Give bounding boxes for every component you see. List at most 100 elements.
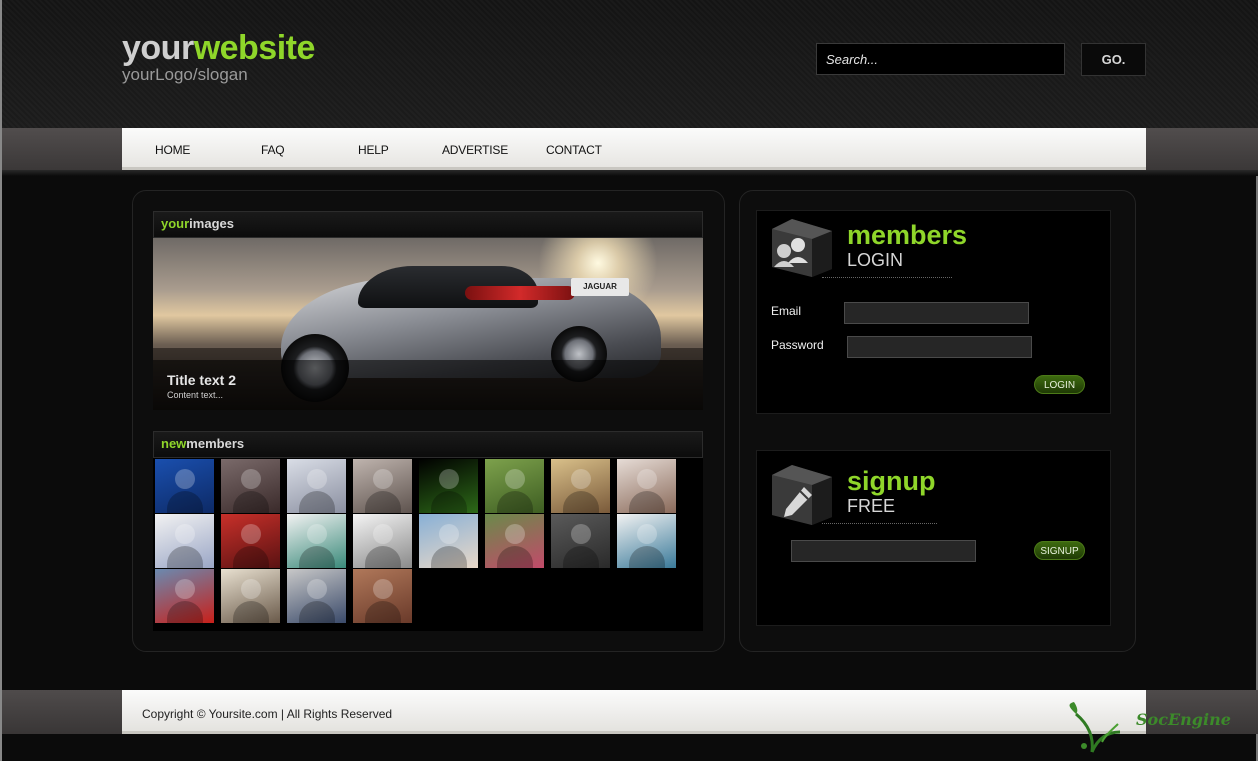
member-thumbnail[interactable] (353, 459, 413, 513)
member-thumbnail[interactable] (353, 569, 413, 623)
signup-email-field[interactable] (791, 540, 976, 562)
member-avatar (439, 524, 459, 544)
member-avatar (307, 469, 327, 489)
password-label: Password (771, 338, 824, 352)
member-avatar-body (233, 546, 269, 568)
member-thumbnail[interactable] (551, 459, 611, 513)
member-avatar-body (563, 546, 599, 568)
member-thumbnail[interactable] (617, 514, 677, 568)
search-input[interactable] (816, 43, 1065, 75)
slide-text: Content text... (167, 390, 224, 400)
signup-button[interactable]: SIGNUP (1034, 541, 1085, 560)
member-thumbnail[interactable] (221, 569, 281, 623)
signup-heading: signup (847, 466, 936, 496)
nav-item-faq[interactable]: FAQ (261, 143, 285, 157)
member-avatar (175, 469, 195, 489)
logo-slogan: yourLogo/slogan (122, 65, 248, 84)
members-box-title: newmembers (153, 431, 703, 458)
login-divider (822, 277, 952, 278)
members-cube-icon (772, 219, 832, 277)
logo-text-website: website (193, 29, 316, 67)
copyright-text: Copyright © Yoursite.com | All Rights Re… (142, 707, 393, 721)
site-logo[interactable]: yourwebsite yourLogo/slogan (122, 30, 315, 84)
member-avatar (373, 579, 393, 599)
member-thumbnail[interactable] (221, 459, 281, 513)
member-avatar (637, 469, 657, 489)
site-footer: Copyright © Yoursite.com | All Rights Re… (122, 690, 1146, 734)
login-subheading: LOGIN (847, 250, 904, 270)
site-header: yourwebsite yourLogo/slogan GO. (2, 0, 1258, 128)
nav-item-help[interactable]: HELP (358, 143, 389, 157)
socengine-logo-icon: SocEngine (1062, 698, 1237, 754)
member-avatar (505, 469, 525, 489)
signup-subheading: FREE (847, 496, 896, 516)
member-avatar (241, 469, 261, 489)
new-members-grid (153, 458, 703, 631)
image-slideshow[interactable]: JAGUAR Title text 2 Content text... (153, 238, 703, 410)
member-thumbnail[interactable] (155, 459, 215, 513)
password-field[interactable] (847, 336, 1032, 358)
member-thumbnail[interactable] (485, 514, 545, 568)
member-thumbnail[interactable] (617, 459, 677, 513)
member-avatar (307, 579, 327, 599)
signup-divider (822, 523, 937, 524)
member-avatar-body (167, 491, 203, 513)
signup-pencil-cube-icon (772, 465, 832, 525)
member-avatar-body (431, 546, 467, 568)
member-avatar (637, 524, 657, 544)
member-thumbnail[interactable] (221, 514, 281, 568)
member-avatar-body (563, 491, 599, 513)
member-avatar-body (167, 546, 203, 568)
member-avatar-body (167, 601, 203, 623)
member-avatar-body (497, 491, 533, 513)
logo-text-your: your (122, 29, 194, 67)
member-avatar-body (365, 546, 401, 568)
member-avatar (505, 524, 525, 544)
member-thumbnail[interactable] (353, 514, 413, 568)
images-title-your: your (161, 216, 190, 231)
member-thumbnail[interactable] (287, 459, 347, 513)
email-field[interactable] (844, 302, 1029, 324)
slide-caption: Title text 2 Content text... (153, 360, 703, 410)
nav-item-contact[interactable]: CONTACT (546, 143, 602, 157)
nav-item-home[interactable]: HOME (155, 143, 190, 157)
member-thumbnail[interactable] (155, 569, 215, 623)
member-avatar (571, 524, 591, 544)
images-title-images: images (189, 216, 234, 231)
member-avatar-body (365, 491, 401, 513)
member-avatar-body (629, 546, 665, 568)
member-avatar-body (365, 601, 401, 623)
socengine-leaf-icon (1069, 702, 1121, 753)
member-avatar-body (233, 491, 269, 513)
member-avatar (241, 524, 261, 544)
member-thumbnail[interactable] (551, 514, 611, 568)
nav-shadow (2, 170, 1258, 176)
login-button[interactable]: LOGIN (1034, 375, 1085, 394)
member-avatar (571, 469, 591, 489)
member-avatar-body (629, 491, 665, 513)
member-thumbnail[interactable] (485, 459, 545, 513)
member-avatar-body (497, 546, 533, 568)
member-avatar (307, 524, 327, 544)
member-thumbnail[interactable] (287, 569, 347, 623)
member-thumbnail[interactable] (419, 459, 479, 513)
page-frame: yourwebsite yourLogo/slogan GO. HOME FAQ… (0, 0, 1258, 761)
member-avatar-body (299, 491, 335, 513)
member-avatar-body (431, 491, 467, 513)
member-avatar-body (299, 546, 335, 568)
member-avatar (241, 579, 261, 599)
logo-text: yourwebsite (122, 30, 315, 66)
member-avatar (439, 469, 459, 489)
nav-item-advertise[interactable]: ADVERTISE (442, 143, 508, 157)
member-avatar-body (233, 601, 269, 623)
search-go-button[interactable]: GO. (1081, 43, 1146, 76)
members-title-new: new (161, 436, 187, 451)
member-thumbnail[interactable] (287, 514, 347, 568)
member-thumbnail[interactable] (155, 514, 215, 568)
login-heading: members (847, 220, 968, 250)
member-thumbnail[interactable] (419, 514, 479, 568)
member-avatar (373, 469, 393, 489)
member-avatar (175, 524, 195, 544)
car-plate: JAGUAR (571, 278, 629, 296)
members-title-members: members (186, 436, 245, 451)
